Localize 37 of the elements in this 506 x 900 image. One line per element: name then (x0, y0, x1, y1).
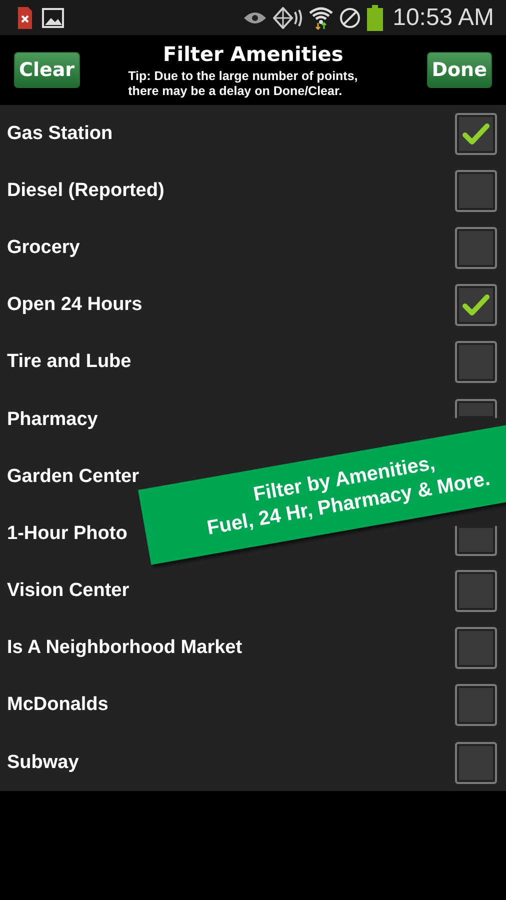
clear-button[interactable]: Clear (14, 52, 80, 88)
blocked-icon (338, 6, 361, 28)
checkbox[interactable] (455, 284, 497, 326)
amenity-label: Pharmacy (7, 408, 98, 431)
wifi-icon (308, 6, 333, 30)
file-error-icon (18, 6, 32, 28)
checkmark-icon (462, 294, 490, 316)
screen-title: Filter Amenities (163, 42, 344, 66)
amenity-label: McDonalds (7, 694, 108, 716)
amenity-label: Garden Center (7, 466, 139, 488)
eye-icon (242, 10, 267, 24)
checkbox[interactable] (455, 742, 497, 784)
nfc-icon (272, 6, 303, 28)
tip-text: Tip: Due to the large number of points, there may be a delay on Done/Clear. (128, 68, 359, 98)
checkbox[interactable] (455, 570, 497, 612)
amenity-label: Tire and Lube (7, 351, 132, 374)
checkbox[interactable] (455, 398, 497, 418)
battery-icon (366, 4, 383, 30)
amenity-label: 1-Hour Photo (7, 522, 128, 545)
checkbox[interactable] (455, 112, 497, 155)
amenity-label: Diesel (Reported) (7, 180, 164, 202)
checkmark-icon (462, 122, 490, 145)
amenity-label: Is A Neighborhood Market (7, 637, 242, 660)
amenity-label: Subway (7, 752, 79, 774)
amenity-label: Open 24 Hours (7, 294, 142, 316)
amenity-label: Vision Center (7, 580, 130, 602)
amenity-label: Grocery (7, 236, 80, 259)
checkbox[interactable] (455, 526, 497, 556)
image-icon (42, 8, 64, 28)
done-button[interactable]: Done (426, 52, 492, 88)
checkbox[interactable] (455, 170, 497, 212)
checkbox[interactable] (455, 341, 497, 384)
checkbox[interactable] (455, 627, 497, 670)
checkbox[interactable] (455, 684, 497, 726)
amenity-label: Gas Station (7, 122, 113, 145)
checkbox[interactable] (455, 226, 497, 269)
clock: 10:53 AM (392, 4, 494, 32)
